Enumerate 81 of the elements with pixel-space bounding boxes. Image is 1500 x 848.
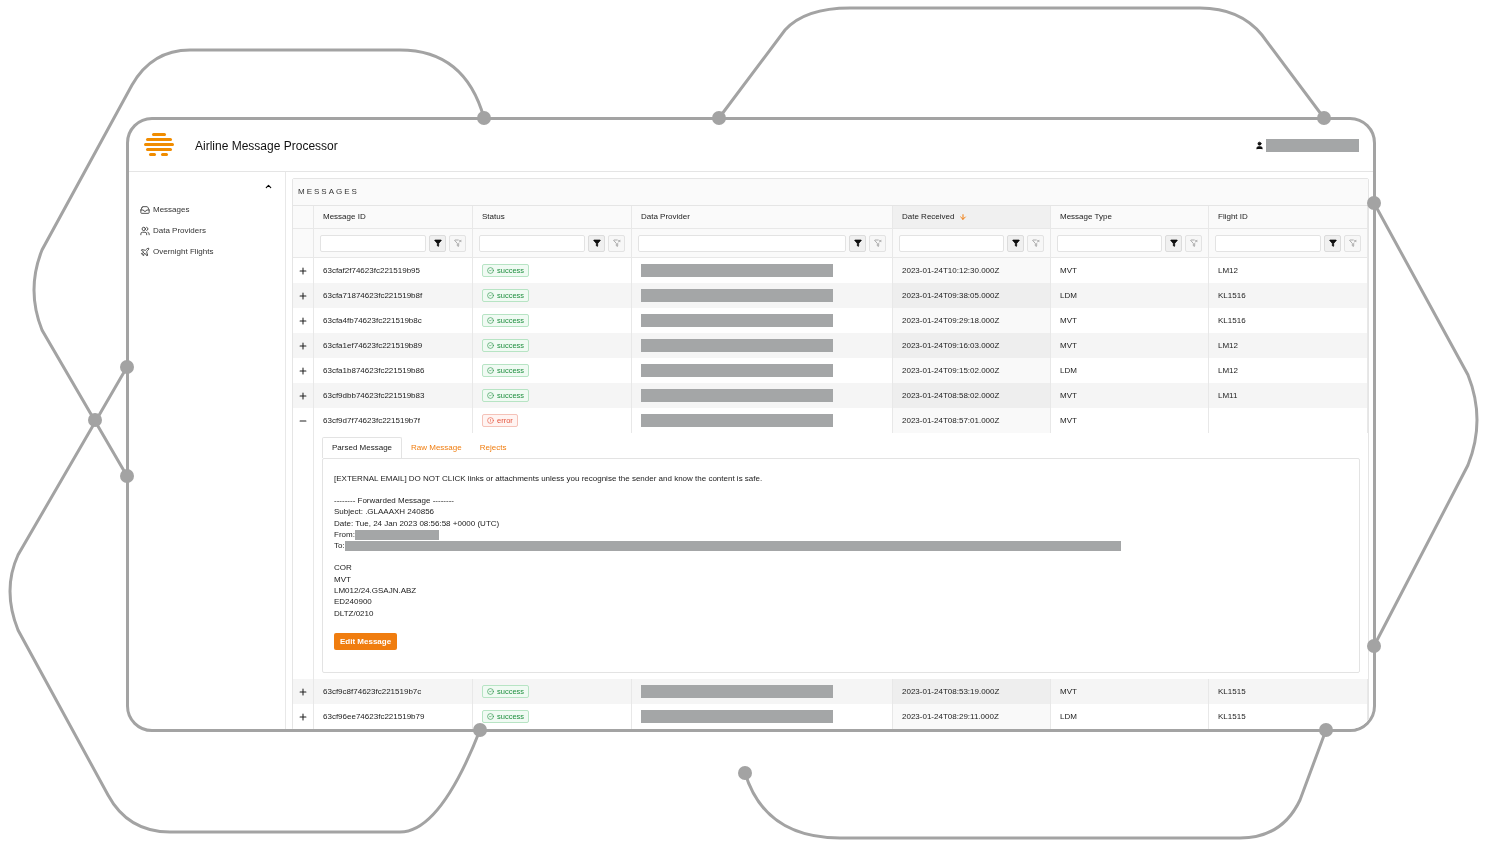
expand-button[interactable] bbox=[298, 340, 308, 351]
filter-field[interactable] bbox=[1215, 234, 1321, 252]
column-header[interactable]: Date Received bbox=[893, 206, 1051, 228]
message-line: -------- Forwarded Message -------- bbox=[334, 494, 454, 507]
expand-button[interactable] bbox=[298, 711, 308, 722]
expand-icon bbox=[298, 365, 308, 376]
inbox-icon bbox=[140, 204, 150, 215]
node-dot bbox=[738, 766, 752, 780]
table-cell: 2023-01-24T09:16:03.000Z bbox=[893, 333, 1051, 358]
table-cell: LDM bbox=[1051, 704, 1209, 729]
message-line: COR bbox=[334, 562, 352, 575]
clear-filter-icon bbox=[453, 239, 462, 247]
user-icon bbox=[1255, 141, 1264, 150]
filter-field[interactable] bbox=[479, 234, 585, 252]
table-cell: 2023-01-24T09:38:05.000Z bbox=[893, 283, 1051, 308]
expand-button[interactable] bbox=[298, 315, 308, 326]
column-header[interactable]: Message Type bbox=[1051, 206, 1209, 228]
table-cell: MVT bbox=[1051, 408, 1209, 433]
message-line: Subject: .GLAAAXH 240856 bbox=[334, 506, 435, 519]
expand-icon bbox=[298, 711, 308, 722]
table-cell: 63cf9d7f74623fc221519b7f bbox=[314, 408, 473, 433]
sidebar-item[interactable]: Messages bbox=[140, 203, 273, 216]
plane-icon bbox=[140, 246, 150, 257]
filter-icon bbox=[592, 239, 601, 247]
table-cell: 2023-01-24T09:29:18.000Z bbox=[893, 308, 1051, 333]
filter-button[interactable] bbox=[1324, 234, 1341, 252]
expand-button[interactable] bbox=[298, 686, 308, 697]
message-line: MVT bbox=[334, 573, 351, 586]
expand-icon bbox=[298, 290, 308, 301]
expand-button[interactable] bbox=[298, 390, 308, 401]
expand-icon bbox=[298, 265, 308, 276]
filter-icon bbox=[1169, 239, 1178, 247]
expand-button[interactable] bbox=[298, 290, 308, 301]
expand-button[interactable] bbox=[298, 365, 308, 376]
filter-field[interactable] bbox=[1057, 234, 1162, 252]
expand-icon bbox=[298, 315, 308, 326]
message-line: LM012/24.GSAJN.ABZ bbox=[334, 585, 417, 598]
message-line: [EXTERNAL EMAIL] DO NOT CLICK links or attachments unless you recognise the sender and know the content is safe. bbox=[334, 472, 763, 485]
filter-button[interactable] bbox=[1007, 234, 1024, 252]
filter-field[interactable] bbox=[899, 234, 1004, 252]
clear-filter-icon bbox=[1348, 239, 1357, 247]
app-title: Airline Message Processor bbox=[195, 137, 338, 155]
table-cell: 2023-01-24T10:12:30.000Z bbox=[893, 258, 1051, 283]
message-line: From: bbox=[334, 528, 355, 541]
table-cell: 2023-01-24T08:58:02.000Z bbox=[893, 383, 1051, 408]
filter-icon bbox=[1328, 239, 1337, 247]
sidebar-item[interactable]: Data Providers bbox=[140, 224, 273, 237]
expand-icon bbox=[298, 390, 308, 401]
node-dot bbox=[88, 413, 102, 427]
message-line: To: bbox=[334, 540, 345, 553]
collapse-icon[interactable] bbox=[264, 182, 273, 191]
filter-icon bbox=[853, 239, 862, 247]
column-header[interactable]: Status bbox=[473, 206, 632, 228]
clear-filter-icon bbox=[873, 239, 882, 247]
table-cell: 2023-01-24T08:57:01.000Z bbox=[893, 408, 1051, 433]
message-line: ED240900 bbox=[334, 596, 372, 609]
expand-button[interactable] bbox=[298, 265, 308, 276]
message-line: DLTZ/0210 bbox=[334, 607, 374, 620]
clear-filter-icon bbox=[1031, 239, 1040, 247]
filter-field[interactable] bbox=[638, 234, 846, 252]
filter-icon bbox=[433, 239, 442, 247]
filter-field[interactable] bbox=[320, 234, 426, 252]
filter-button[interactable] bbox=[588, 234, 605, 252]
clear-filter-icon bbox=[1189, 239, 1198, 247]
filter-icon bbox=[1011, 239, 1020, 247]
panel-title: MESSAGES bbox=[298, 186, 359, 198]
expand-icon bbox=[298, 686, 308, 697]
expand-icon bbox=[298, 340, 308, 351]
users-icon bbox=[140, 225, 150, 236]
table-cell: 2023-01-24T08:53:19.000Z bbox=[893, 679, 1051, 704]
filter-button[interactable] bbox=[429, 234, 446, 252]
filter-button[interactable] bbox=[849, 234, 866, 252]
clear-filter-icon bbox=[612, 239, 621, 247]
column-header[interactable]: Message ID bbox=[314, 206, 473, 228]
message-line: Date: Tue, 24 Jan 2023 08:56:58 +0000 (UTC) bbox=[334, 517, 500, 530]
table-cell: 2023-01-24T08:29:11.000Z bbox=[893, 704, 1051, 729]
tab[interactable]: Parsed Message bbox=[322, 437, 403, 458]
sidebar-item[interactable]: Overnight Flights bbox=[140, 245, 273, 258]
logo-icon bbox=[144, 132, 174, 159]
filter-button[interactable] bbox=[1165, 234, 1182, 252]
table-cell: 2023-01-24T09:15:02.000Z bbox=[893, 358, 1051, 383]
